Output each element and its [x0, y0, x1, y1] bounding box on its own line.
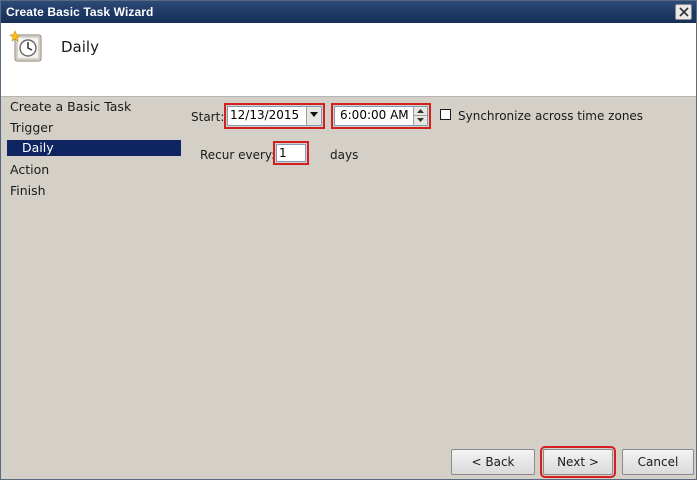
close-icon	[679, 7, 689, 17]
recur-days-input[interactable]: 1	[273, 141, 309, 165]
title-bar[interactable]: Create Basic Task Wizard	[1, 1, 696, 23]
start-date-picker[interactable]: 12/13/2015	[224, 103, 325, 129]
recur-days-value: 1	[279, 146, 287, 160]
back-button[interactable]: < Back	[451, 449, 535, 475]
date-dropdown-button[interactable]	[306, 107, 321, 125]
start-label: Start:	[191, 110, 225, 124]
chevron-down-icon	[310, 112, 318, 117]
recur-every-label: Recur every:	[200, 148, 276, 162]
recur-unit-label: days	[330, 148, 359, 162]
sidebar-item-action[interactable]: Action	[10, 162, 49, 177]
start-time-picker[interactable]: 6:00:00 AM	[331, 103, 431, 129]
chevron-up-icon	[417, 109, 424, 113]
next-button[interactable]: Next >	[540, 446, 616, 478]
page-title: Daily	[61, 38, 99, 56]
time-spinner[interactable]	[413, 107, 427, 125]
sidebar-item-daily[interactable]: Daily	[7, 140, 181, 156]
time-spin-down-button[interactable]	[414, 116, 427, 125]
sidebar-item-finish[interactable]: Finish	[10, 183, 46, 198]
daily-trigger-form: Start: 12/13/2015 6:00:00 AM Synchronize…	[184, 97, 696, 479]
time-spin-up-button[interactable]	[414, 107, 427, 116]
close-button[interactable]	[675, 4, 692, 20]
wizard-header: Daily	[1, 23, 696, 97]
sidebar-item-trigger[interactable]: Trigger	[10, 120, 53, 135]
start-date-value: 12/13/2015	[230, 108, 300, 122]
chevron-down-icon	[417, 118, 424, 122]
synchronize-timezones-checkbox[interactable]	[440, 109, 451, 120]
cancel-button[interactable]: Cancel	[622, 449, 694, 475]
task-scheduler-clock-icon	[9, 30, 42, 62]
sidebar-item-create-basic-task[interactable]: Create a Basic Task	[10, 99, 131, 114]
wizard-window: Create Basic Task Wizard Daily Create a …	[0, 0, 697, 480]
window-title: Create Basic Task Wizard	[6, 5, 154, 19]
synchronize-timezones-label[interactable]: Synchronize across time zones	[458, 109, 643, 123]
start-time-value: 6:00:00 AM	[340, 108, 409, 122]
wizard-steps-sidebar: Create a Basic Task Trigger Daily Action…	[1, 97, 184, 479]
